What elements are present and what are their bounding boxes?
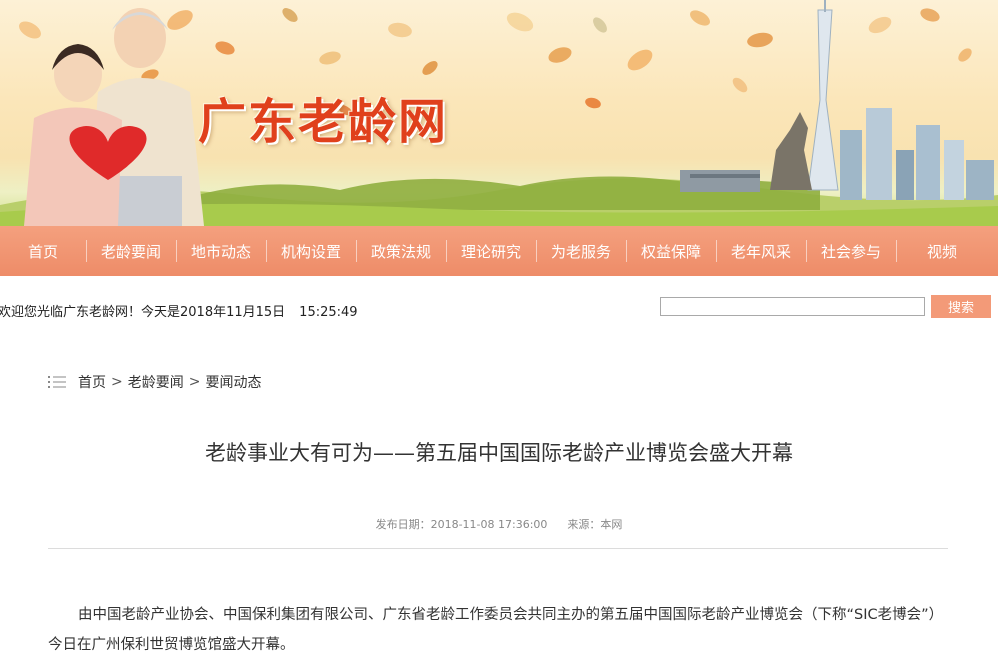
search-button[interactable]: 搜索 bbox=[931, 295, 991, 318]
nav-item-research[interactable]: 理论研究 bbox=[446, 226, 536, 276]
nav-item-video[interactable]: 视频 bbox=[896, 226, 988, 276]
article-meta: 发布日期：2018-11-08 17:36:00 来源：本网 bbox=[0, 516, 998, 532]
breadcrumb: 首页 > 老龄要闻 > 要闻动态 bbox=[48, 372, 261, 392]
nav-item-home[interactable]: 首页 bbox=[0, 226, 86, 276]
elderly-couple-illustration bbox=[24, 8, 204, 226]
nav-item-social[interactable]: 社会参与 bbox=[806, 226, 896, 276]
breadcrumb-subsection[interactable]: 要闻动态 bbox=[205, 372, 261, 392]
publish-date: 发布日期：2018-11-08 17:36:00 bbox=[375, 518, 548, 531]
site-title[interactable]: 广东老龄网 bbox=[198, 82, 448, 152]
article-paragraph: 由中国老龄产业协会、中国保利集团有限公司、广东省老龄工作委员会共同主办的第五届中… bbox=[48, 607, 944, 653]
nav-item-policy[interactable]: 政策法规 bbox=[356, 226, 446, 276]
nav-item-city-news[interactable]: 地市动态 bbox=[176, 226, 266, 276]
divider bbox=[48, 548, 948, 549]
nav-item-elderly-news[interactable]: 老龄要闻 bbox=[86, 226, 176, 276]
nav-item-services[interactable]: 为老服务 bbox=[536, 226, 626, 276]
search-input[interactable] bbox=[660, 297, 925, 316]
city-skyline bbox=[680, 0, 994, 200]
nav-item-elderly-style[interactable]: 老年风采 bbox=[716, 226, 806, 276]
welcome-bar: 欢迎您光临广东老龄网！今天是2018年11月15日 15:25:49 bbox=[0, 301, 358, 320]
article-title: 老龄事业大有可为——第五届中国国际老龄产业博览会盛大开幕 bbox=[205, 441, 793, 465]
welcome-text: 欢迎您光临广东老龄网！今天是2018年11月15日 bbox=[0, 305, 286, 320]
banner-illustration bbox=[0, 0, 998, 226]
breadcrumb-separator: > bbox=[111, 374, 123, 390]
breadcrumb-home[interactable]: 首页 bbox=[78, 372, 106, 392]
list-icon bbox=[48, 376, 66, 388]
nav-item-organization[interactable]: 机构设置 bbox=[266, 226, 356, 276]
nav-item-rights[interactable]: 权益保障 bbox=[626, 226, 716, 276]
breadcrumb-separator: > bbox=[188, 374, 201, 390]
main-nav: 首页 老龄要闻 地市动态 机构设置 政策法规 理论研究 为老服务 权益保障 老年… bbox=[0, 226, 998, 276]
site-banner: 广东老龄网 bbox=[0, 0, 998, 226]
breadcrumb-section[interactable]: 老龄要闻 bbox=[128, 372, 184, 392]
current-time: 15:25:49 bbox=[299, 305, 358, 320]
article-source: 来源：本网 bbox=[567, 518, 623, 531]
